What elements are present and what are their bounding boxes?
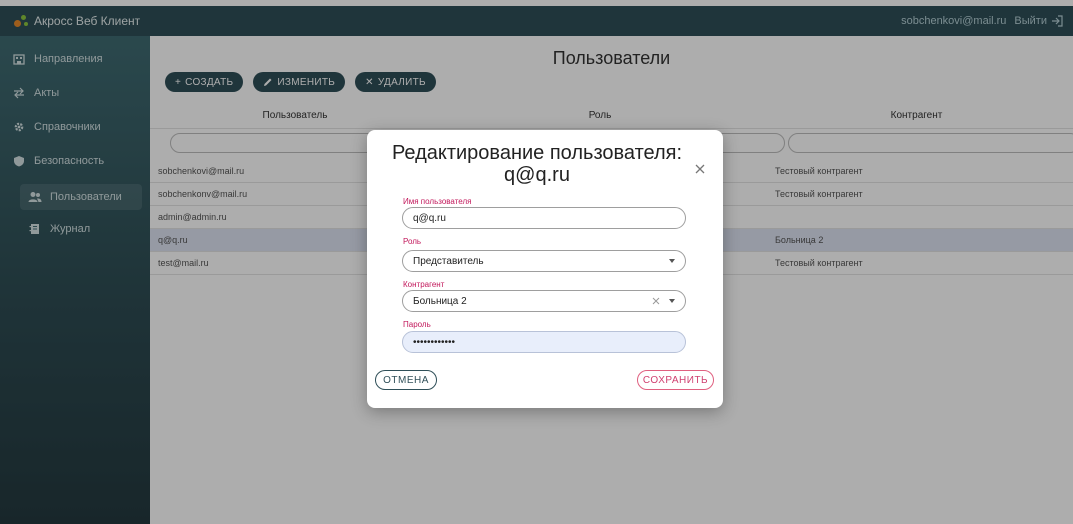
password-label: Пароль <box>403 320 431 329</box>
chevron-down-icon[interactable] <box>669 259 675 263</box>
password-field[interactable]: •••••••••••• <box>402 331 686 353</box>
edit-user-dialog: Редактирование пользователя: q@q.ru Имя … <box>367 130 723 408</box>
dialog-title-line2: q@q.ru <box>504 164 570 186</box>
dialog-title: Редактирование пользователя: q@q.ru <box>387 142 687 186</box>
password-value[interactable]: •••••••••••• <box>413 337 675 348</box>
dialog-title-line1: Редактирование пользователя: <box>391 142 683 164</box>
username-label: Имя пользователя <box>403 197 472 206</box>
chevron-down-icon[interactable] <box>669 299 675 303</box>
cancel-button[interactable]: ОТМЕНА <box>375 370 437 390</box>
contractor-select[interactable]: Больница 2 <box>402 290 686 312</box>
save-button[interactable]: СОХРАНИТЬ <box>637 370 714 390</box>
contractor-value: Больница 2 <box>413 295 467 307</box>
role-label: Роль <box>403 237 422 246</box>
role-select[interactable]: Представитель <box>402 250 686 272</box>
username-input[interactable] <box>413 212 675 224</box>
clear-icon[interactable] <box>651 296 661 306</box>
username-field[interactable] <box>402 207 686 229</box>
close-icon[interactable] <box>693 162 707 176</box>
contractor-label: Контрагент <box>403 280 445 289</box>
role-value: Представитель <box>413 255 484 267</box>
